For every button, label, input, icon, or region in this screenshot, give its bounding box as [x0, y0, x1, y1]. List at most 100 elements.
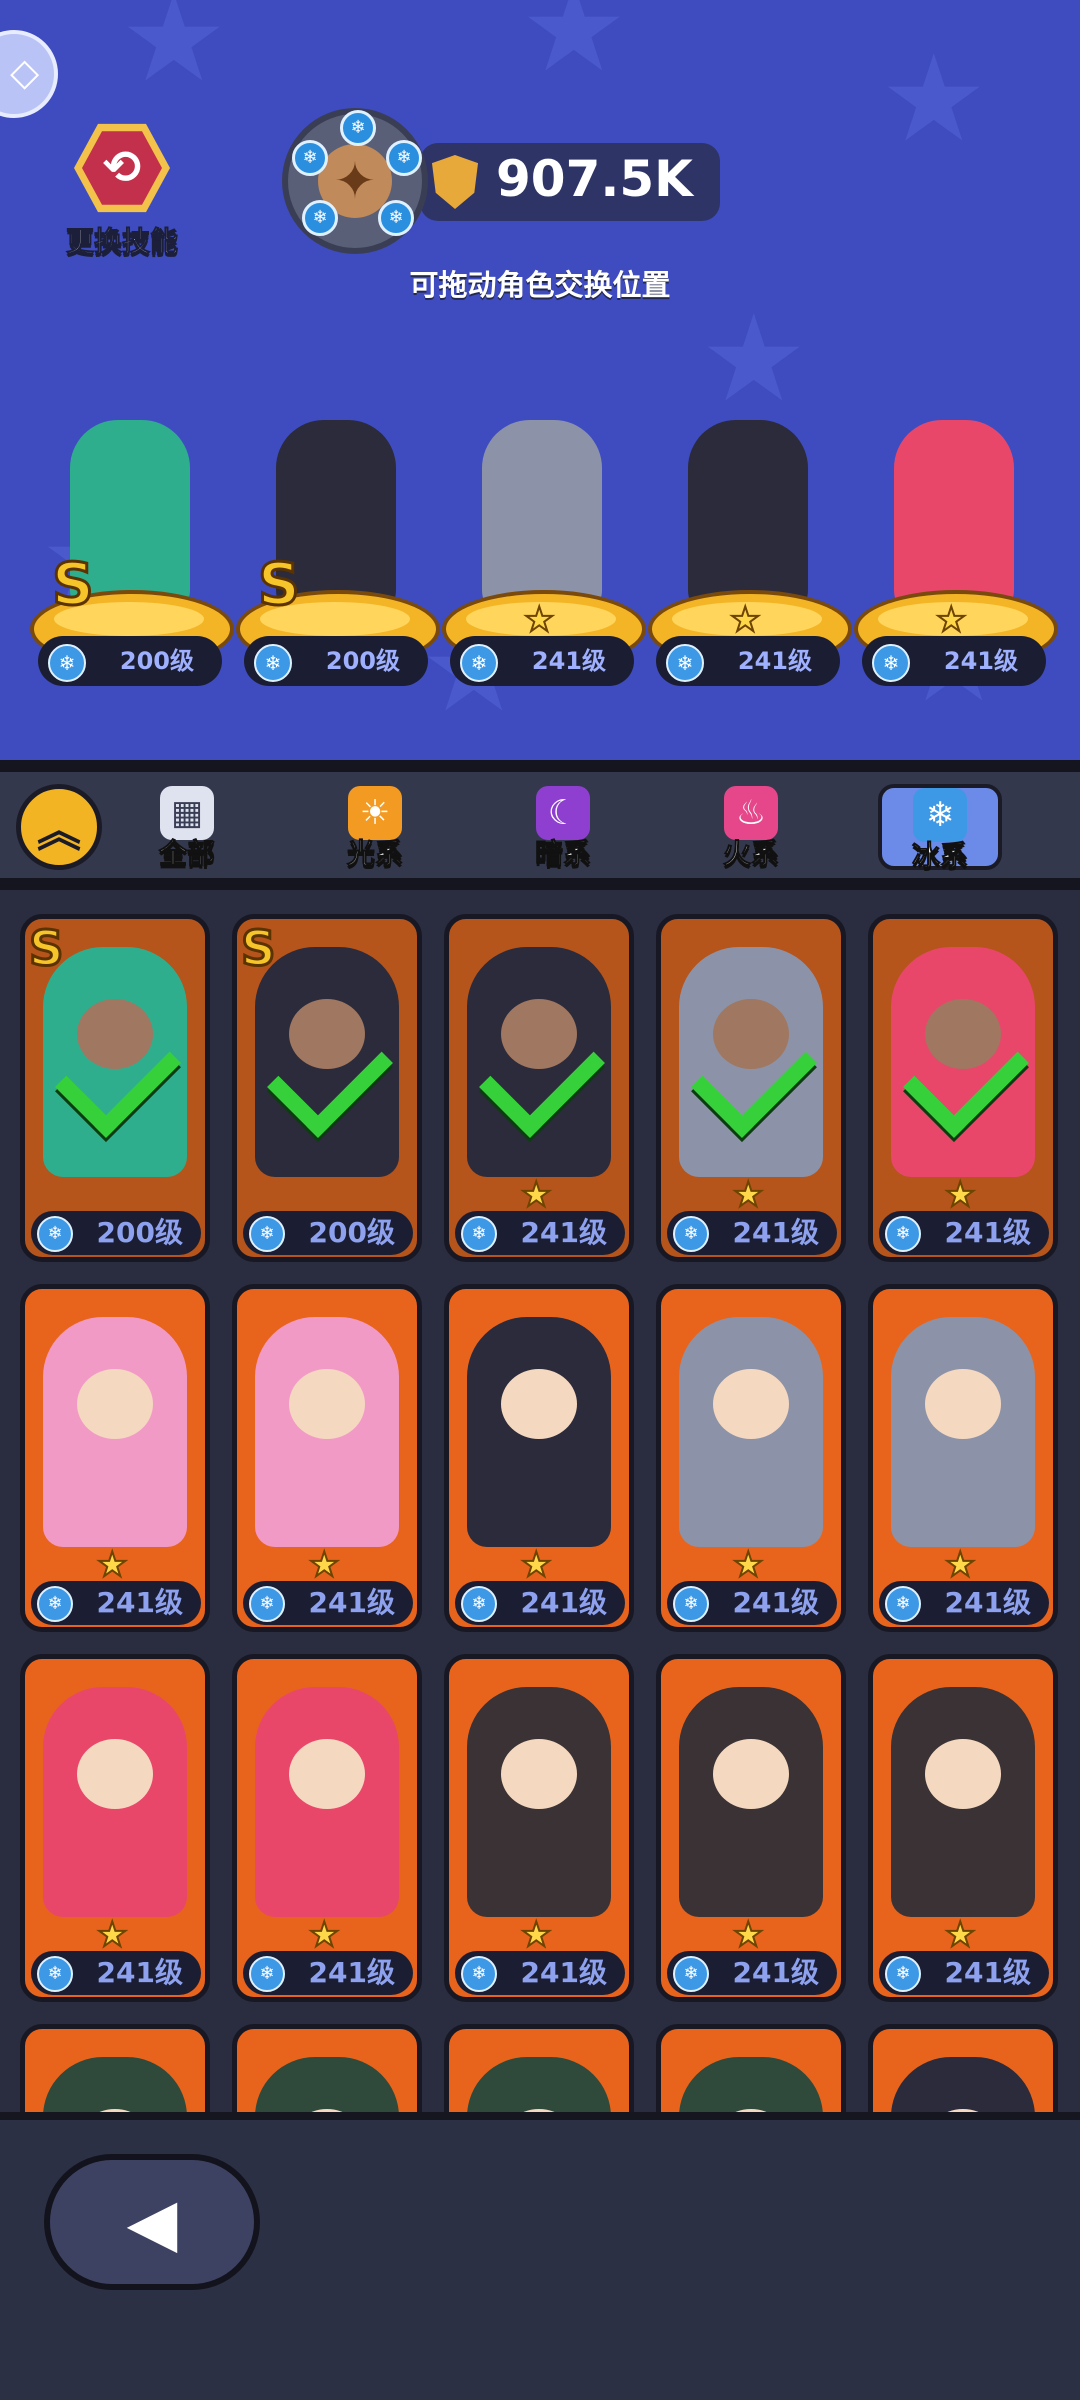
- ice-element-icon: ❄: [249, 1586, 285, 1622]
- back-icon: ◀: [126, 2184, 178, 2261]
- hero-card[interactable]: ★ ❄ 241级: [232, 1284, 422, 1632]
- rank-badge: S: [28, 920, 66, 979]
- lineup-slot[interactable]: ★ ❄ 241级: [648, 400, 852, 700]
- background-star: ★: [520, 0, 628, 99]
- change-skill-label: 更换技能: [65, 225, 178, 259]
- ice-element-icon: ❄: [460, 644, 498, 682]
- ice-gem-icon: ❄: [340, 110, 376, 146]
- level-badge: ❄ 241级: [667, 1581, 837, 1625]
- level-text: 241级: [96, 1956, 183, 1989]
- hero-card[interactable]: ★ ❄ 241级: [868, 1284, 1058, 1632]
- hero-portrait: [891, 1687, 1035, 1917]
- hero-card[interactable]: ★ ❄ 241级: [868, 1654, 1058, 2002]
- lineup-slot[interactable]: ★ ❄ 241级: [854, 400, 1058, 700]
- element-filter-bar: ︽ ▦ 全部 ☀ 光系 ☾ 暗系 ♨ 火系 ❄ 冰系: [0, 772, 1080, 882]
- ice-element-icon: ❄: [885, 1586, 921, 1622]
- formation-emblem[interactable]: ✦ ❄ ❄ ❄ ❄ ❄: [282, 108, 428, 254]
- ice-element-icon: ❄: [885, 1956, 921, 1992]
- level-badge: ❄ 241级: [455, 1211, 625, 1255]
- hero-card[interactable]: ★ ❄ 241级: [444, 1284, 634, 1632]
- hero-card[interactable]: [868, 2024, 1058, 2112]
- star-icon: ★: [523, 599, 556, 641]
- hero-card[interactable]: [20, 2024, 210, 2112]
- level-text: 241级: [944, 1586, 1031, 1619]
- ice-element-icon: ❄: [37, 1216, 73, 1252]
- level-text: 241级: [732, 1956, 819, 1989]
- lineup-slot[interactable]: ★ ❄ 241级: [442, 400, 646, 700]
- power-value: 907.5K: [496, 150, 693, 208]
- level-text: 200级: [308, 1216, 395, 1249]
- filter-tab[interactable]: ☀ 光系: [320, 786, 430, 872]
- hero-card[interactable]: [656, 2024, 846, 2112]
- level-text: 241级: [520, 1956, 607, 1989]
- level-text: 200级: [325, 647, 400, 675]
- hero-card[interactable]: ★ ❄ 241级: [444, 1654, 634, 2002]
- ice-element-icon: ❄: [673, 1956, 709, 1992]
- hero-portrait: [891, 1317, 1035, 1547]
- hero-card[interactable]: [232, 2024, 422, 2112]
- level-text: 241级: [732, 1586, 819, 1619]
- star-icon: ★: [732, 1174, 765, 1216]
- level-text: 200级: [96, 1216, 183, 1249]
- ice-element-icon: ❄: [249, 1956, 285, 1992]
- level-text: 241级: [96, 1586, 183, 1619]
- ice-gem-icon: ❄: [292, 140, 328, 176]
- corner-button[interactable]: ◇: [0, 30, 58, 118]
- hero-card[interactable]: [444, 2024, 634, 2112]
- filter-tab[interactable]: ▦ 全部: [132, 786, 242, 872]
- background-star: ★: [120, 0, 228, 109]
- hero-card[interactable]: ★ ❄ 241级: [656, 1654, 846, 2002]
- star-icon: ★: [732, 1914, 765, 1956]
- hero-card[interactable]: ★ ❄ 241级: [232, 1654, 422, 2002]
- hero-card[interactable]: ★ ❄ 241级: [656, 914, 846, 1262]
- hero-card[interactable]: ★ ❄ 241级: [868, 914, 1058, 1262]
- ice-element-icon: ❄: [461, 1216, 497, 1252]
- ice-element-icon: ❄: [249, 1216, 285, 1252]
- change-skill-button[interactable]: ⟲ 更换技能: [52, 120, 192, 260]
- level-badge: ❄ 200级: [244, 636, 428, 686]
- hero-card[interactable]: ★ ❄ 241级: [20, 1284, 210, 1632]
- hero-card[interactable]: ★ ❄ 241级: [20, 1654, 210, 2002]
- lineup-slot[interactable]: S ❄ 200级: [30, 400, 234, 700]
- hero-card[interactable]: S ❄ 200级: [232, 914, 422, 1262]
- filter-tab[interactable]: ☾ 暗系: [508, 786, 618, 872]
- hero-portrait: [255, 2057, 399, 2112]
- divider: [0, 878, 1080, 890]
- hero-portrait: [679, 1687, 823, 1917]
- hero-card[interactable]: ★ ❄ 241级: [444, 914, 634, 1262]
- star-icon: ★: [732, 1544, 765, 1586]
- star-icon: ★: [520, 1914, 553, 1956]
- level-badge: ❄ 241级: [879, 1211, 1049, 1255]
- level-badge: ❄ 200级: [243, 1211, 413, 1255]
- chevron-up-icon: ︽: [37, 806, 81, 857]
- filter-tab[interactable]: ❄ 冰系: [878, 784, 1002, 873]
- hero-portrait: [467, 1317, 611, 1547]
- rank-badge: S: [240, 920, 278, 979]
- hero-card[interactable]: ★ ❄ 241级: [656, 1284, 846, 1632]
- hero-card[interactable]: S ❄ 200级: [20, 914, 210, 1262]
- star-icon: ★: [729, 599, 762, 641]
- star-icon: ★: [308, 1544, 341, 1586]
- background-star: ★: [880, 30, 988, 169]
- collapse-button[interactable]: ︽: [16, 784, 102, 870]
- ice-element-icon: ❄: [872, 644, 910, 682]
- lineup-area: ★ ★ ★ ★ ★ ★ ★ ◇ ⟲ 更换技能 907.5K ✦ ❄ ❄ ❄ ❄ …: [0, 0, 1080, 760]
- hero-portrait: [467, 1687, 611, 1917]
- level-text: 241级: [944, 1956, 1031, 1989]
- ice-element-icon: ❄: [666, 644, 704, 682]
- ice-element-icon: ❄: [673, 1586, 709, 1622]
- level-text: 241级: [732, 1216, 819, 1249]
- level-text: 241级: [308, 1586, 395, 1619]
- divider: [0, 760, 1080, 772]
- star-icon: ★: [944, 1914, 977, 1956]
- hero-portrait: [679, 1317, 823, 1547]
- filter-tab[interactable]: ♨ 火系: [696, 786, 806, 872]
- back-button[interactable]: ◀: [44, 2154, 260, 2290]
- hero-portrait: [255, 1317, 399, 1547]
- ice-gem-icon: ❄: [378, 200, 414, 236]
- filter-tab-label: 全部: [158, 837, 215, 871]
- star-icon: ★: [520, 1544, 553, 1586]
- lineup-slot[interactable]: S ❄ 200级: [236, 400, 440, 700]
- hero-portrait: [43, 1317, 187, 1547]
- ice-element-icon: ❄: [254, 644, 292, 682]
